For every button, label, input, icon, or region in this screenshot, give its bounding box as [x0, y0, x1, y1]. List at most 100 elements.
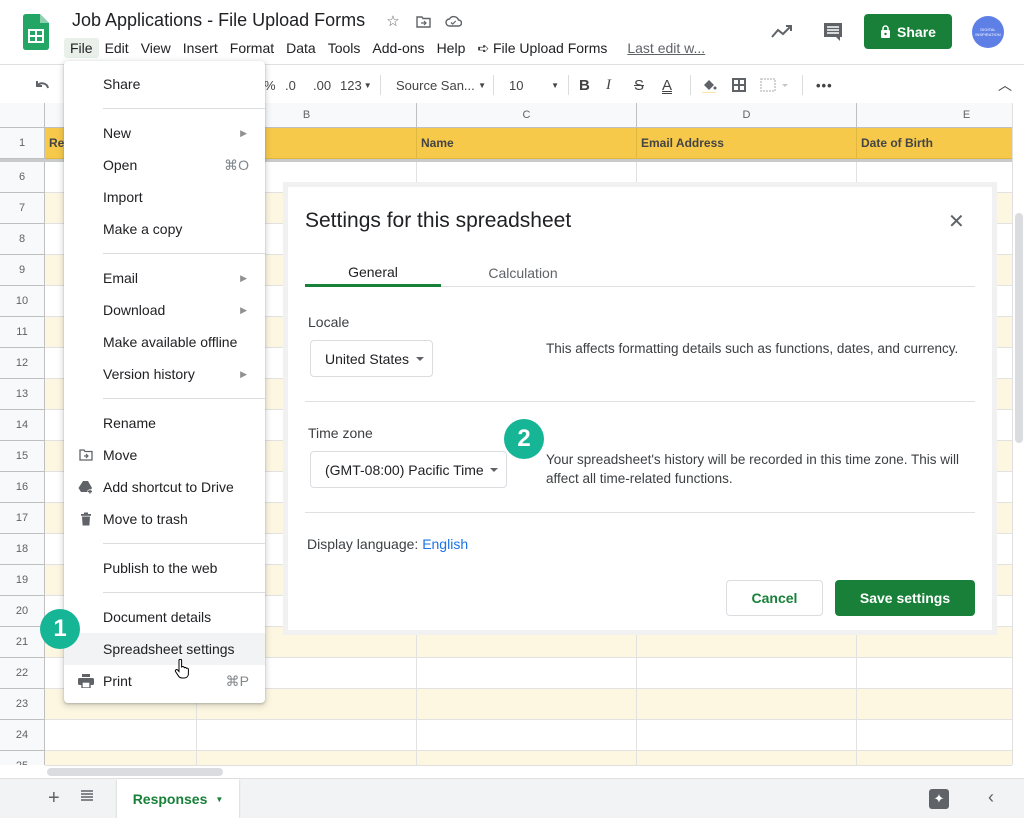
more-options-icon[interactable]: ••• [816, 65, 833, 105]
font-family-dropdown[interactable]: Source San... ▼ [396, 65, 486, 105]
header-cell-name[interactable]: Name [417, 128, 637, 159]
grid-cell[interactable] [197, 720, 417, 751]
tab-general[interactable]: General [305, 259, 441, 287]
side-panel-toggle-icon[interactable]: ‹ [988, 787, 994, 808]
percent-format-button[interactable]: % [264, 65, 276, 105]
row-header[interactable]: 8 [0, 224, 45, 255]
text-color-icon[interactable]: A [662, 65, 672, 105]
grid-cell[interactable] [417, 689, 637, 720]
menu-view[interactable]: View [135, 38, 177, 58]
display-language-link[interactable]: English [422, 536, 468, 552]
vertical-scrollbar[interactable] [1012, 103, 1024, 765]
row-header[interactable]: 15 [0, 441, 45, 472]
header-cell-dob[interactable]: Date of Birth [857, 128, 1012, 159]
save-settings-button[interactable]: Save settings [835, 580, 975, 616]
row-header[interactable]: 6 [0, 162, 45, 193]
last-edit-link[interactable]: Last edit w... [627, 40, 705, 56]
account-avatar[interactable]: DIGITAL INSPIRATION [972, 16, 1004, 48]
grid-cell[interactable] [857, 689, 1012, 720]
grid-cell[interactable] [197, 751, 417, 765]
menu-item-share[interactable]: Share [64, 68, 265, 100]
menu-item-import[interactable]: Import [64, 181, 265, 213]
menu-help[interactable]: Help [431, 38, 472, 58]
star-icon[interactable]: ☆ [384, 12, 402, 30]
cloud-saved-icon[interactable] [444, 12, 462, 30]
grid-cell[interactable] [637, 658, 857, 689]
grid-cell[interactable] [45, 751, 197, 765]
grid-cell[interactable] [857, 658, 1012, 689]
row-header[interactable]: 17 [0, 503, 45, 534]
menu-item-spreadsheet-settings[interactable]: Spreadsheet settings [64, 633, 265, 665]
row-header[interactable]: 9 [0, 255, 45, 286]
grid-cell[interactable] [45, 720, 197, 751]
italic-icon[interactable]: I [606, 65, 611, 105]
menu-item-publish-to-the-web[interactable]: Publish to the web [64, 552, 265, 584]
grid-cell[interactable] [857, 720, 1012, 751]
row-header[interactable]: 11 [0, 317, 45, 348]
menu-format[interactable]: Format [224, 38, 280, 58]
header-cell-email[interactable]: Email Address [637, 128, 857, 159]
grid-cell[interactable] [417, 658, 637, 689]
sheets-logo-icon[interactable] [23, 14, 49, 50]
menu-item-open[interactable]: Open ⌘O [64, 149, 265, 181]
vertical-scroll-thumb[interactable] [1015, 213, 1023, 443]
menu-item-print[interactable]: Print ⌘P [64, 665, 265, 697]
grid-cell[interactable] [857, 751, 1012, 765]
merge-cells-icon[interactable] [760, 65, 790, 105]
borders-icon[interactable] [732, 65, 746, 105]
all-sheets-list-icon[interactable] [80, 789, 94, 803]
menu-item-move[interactable]: Move [64, 439, 265, 471]
menu-file[interactable]: File [64, 38, 99, 58]
add-sheet-button[interactable]: + [48, 787, 60, 810]
menu-item-make-a-copy[interactable]: Make a copy [64, 213, 265, 245]
row-header[interactable]: 12 [0, 348, 45, 379]
row-header[interactable]: 7 [0, 193, 45, 224]
menu-item-make-available-offline[interactable]: Make available offline [64, 326, 265, 358]
grid-cell[interactable] [417, 720, 637, 751]
fill-color-icon[interactable] [701, 65, 717, 105]
horizontal-scroll-thumb[interactable] [47, 768, 223, 776]
column-header-e[interactable]: E [857, 103, 1012, 128]
row-header[interactable]: 19 [0, 565, 45, 596]
menu-data[interactable]: Data [280, 38, 322, 58]
activity-trend-icon[interactable] [770, 22, 794, 40]
row-header[interactable]: 10 [0, 286, 45, 317]
row-header[interactable]: 25 [0, 751, 45, 765]
grid-cell[interactable] [637, 751, 857, 765]
horizontal-scrollbar[interactable] [45, 765, 1012, 778]
comments-icon[interactable] [822, 21, 844, 43]
menu-item-add-shortcut-to-drive[interactable]: Add shortcut to Drive [64, 471, 265, 503]
grid-cell[interactable] [417, 751, 637, 765]
bold-icon[interactable]: B [579, 65, 590, 105]
tab-calculation[interactable]: Calculation [455, 259, 591, 287]
menu-tools[interactable]: Tools [322, 38, 367, 58]
move-to-folder-icon[interactable] [414, 12, 432, 30]
column-header-d[interactable]: D [637, 103, 857, 128]
row-header[interactable]: 23 [0, 689, 45, 720]
row-header[interactable]: 21 [0, 627, 45, 658]
explore-icon[interactable]: ✦ [929, 789, 949, 809]
row-header[interactable]: 24 [0, 720, 45, 751]
decrease-decimal-button[interactable]: .0 [285, 65, 296, 105]
sheet-tab-responses[interactable]: Responses ▼ [117, 779, 239, 818]
cancel-button[interactable]: Cancel [726, 580, 823, 616]
row-header[interactable]: 22 [0, 658, 45, 689]
close-icon[interactable]: ✕ [948, 209, 965, 234]
locale-select[interactable]: United States [310, 340, 433, 377]
menu-item-document-details[interactable]: Document details [64, 601, 265, 633]
document-title[interactable]: Job Applications - File Upload Forms [72, 10, 365, 31]
row-header-1[interactable]: 1 [0, 128, 45, 159]
timezone-select[interactable]: (GMT-08:00) Pacific Time [310, 451, 507, 488]
row-header[interactable]: 16 [0, 472, 45, 503]
menu-item-download[interactable]: Download ▶ [64, 294, 265, 326]
increase-decimal-button[interactable]: .00 [313, 65, 331, 105]
font-size-dropdown[interactable]: 10 ▼ [509, 65, 559, 105]
row-header[interactable]: 20 [0, 596, 45, 627]
menu-item-version-history[interactable]: Version history ▶ [64, 358, 265, 390]
more-formats-dropdown[interactable]: 123 ▼ [340, 65, 372, 105]
row-header[interactable]: 18 [0, 534, 45, 565]
select-all-corner[interactable] [0, 103, 45, 128]
row-header[interactable]: 14 [0, 410, 45, 441]
menu-edit[interactable]: Edit [99, 38, 135, 58]
grid-cell[interactable] [637, 689, 857, 720]
